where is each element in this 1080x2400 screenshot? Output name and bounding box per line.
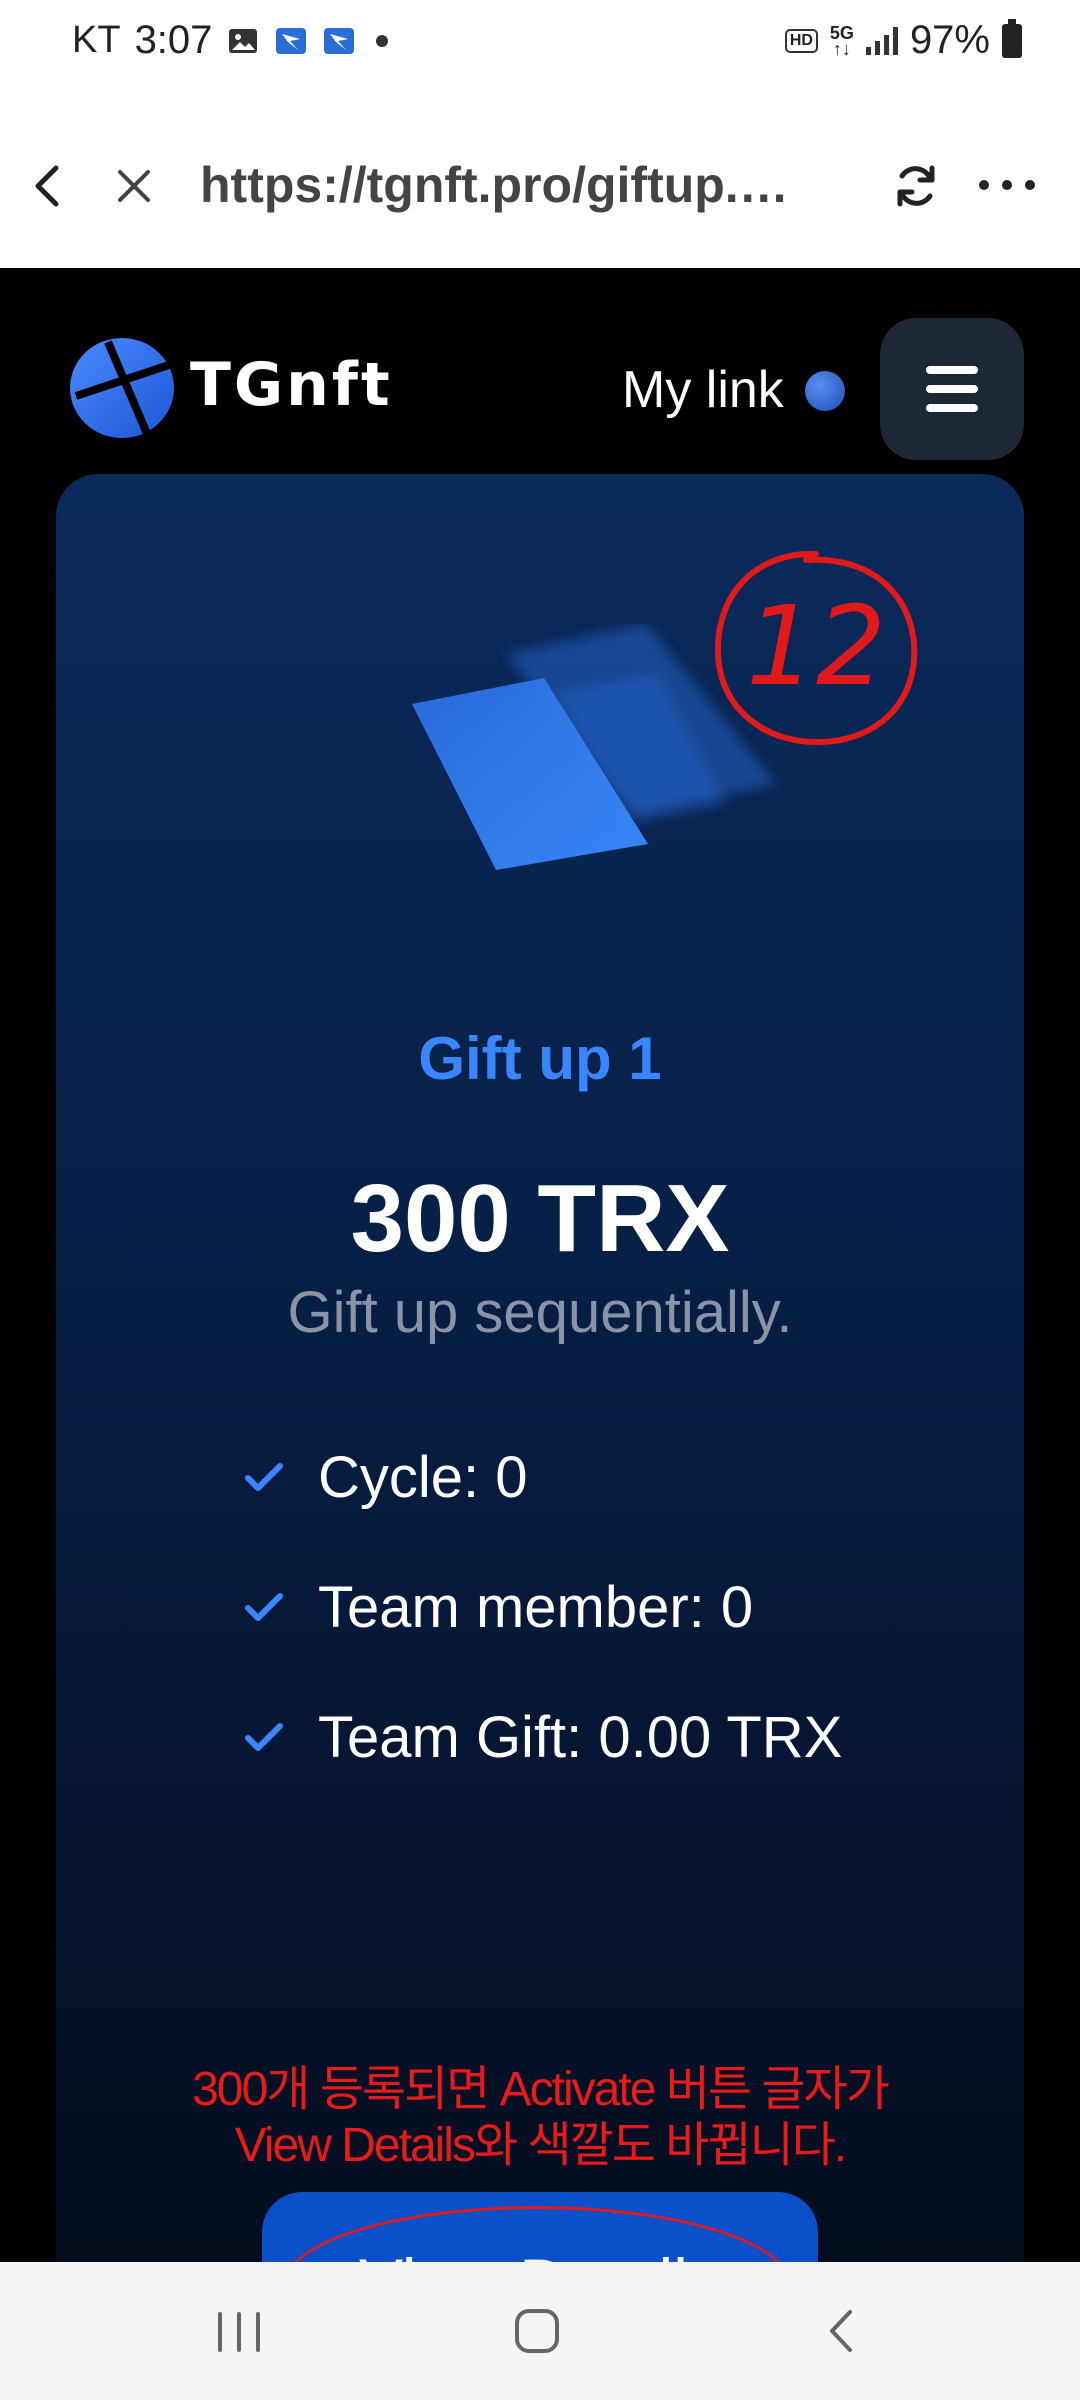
feature-label: Cycle: 0 [318,1445,528,1510]
network-type-icon: 5G ↑↓ [829,22,854,59]
more-notifications-dot [376,34,389,47]
check-icon [245,1722,283,1751]
my-link-status-dot [805,371,845,411]
signal-icon [865,26,898,55]
feature-item-team-gift: Team Gift: 0.00 TRX [242,1704,842,1771]
card-amount: 300 TRX [350,1165,730,1272]
more-icon[interactable] [976,160,1038,210]
status-bar: KT 3:07 HD 5G ↑↓ 97% [0,0,1080,90]
back-arrow-icon[interactable] [22,160,74,212]
annotation-ellipse [284,2206,790,2262]
view-details-button[interactable]: View Details [262,2192,818,2262]
my-link[interactable]: My link [622,360,784,420]
gift-card: 12 Gift up 1 300 TRX Gift up sequentiall… [56,474,1024,2262]
annotation-circle-icon: 12 [714,550,918,746]
battery-percent: 97% [909,18,990,62]
hamburger-menu-icon[interactable] [880,318,1024,460]
annotation-note-line-2: View Details와 색깔도 바뀝니다. [234,2119,848,2172]
recent-apps-icon[interactable] [214,2310,264,2354]
close-icon[interactable] [108,160,160,212]
app-notification-icon [276,27,307,54]
battery-icon [1002,18,1022,58]
app-notification-icon-2 [324,27,355,54]
url-bar[interactable]: https://tgnft.pro/giftup.… [200,156,789,214]
check-icon [245,1592,283,1621]
gallery-notification-icon [229,28,258,53]
annotation-number: 12 [746,582,886,710]
tgnft-logo-icon[interactable] [68,336,176,440]
feature-item-cycle: Cycle: 0 [242,1444,528,1511]
feature-label: Team Gift: 0.00 TRX [318,1705,843,1770]
system-nav-bar [0,2262,1080,2400]
carrier-label: KT [72,19,121,61]
feature-item-team-member: Team member: 0 [242,1574,753,1641]
browser-toolbar: https://tgnft.pro/giftup.… [0,90,1080,268]
check-icon [245,1462,283,1491]
hd-voice-icon: HD [784,28,818,53]
annotation-note: 300개 등록되면 Activate 버튼 글자가 View Details와 … [56,2062,1024,2174]
back-icon[interactable] [820,2306,864,2356]
feature-label: Team member: 0 [318,1575,754,1640]
web-page: TGnft My link 12 Gift up 1 300 TRX Gift … [0,268,1080,2262]
refresh-icon[interactable] [888,158,944,214]
home-icon[interactable] [512,2306,562,2356]
card-subtitle: Gift up sequentially. [287,1280,793,1345]
logo-text[interactable]: TGnft [190,350,393,420]
clock: 3:07 [134,18,213,62]
annotation-note-line-1: 300개 등록되면 Activate 버튼 글자가 [192,2063,890,2116]
card-title: Gift up 1 [418,1025,662,1092]
